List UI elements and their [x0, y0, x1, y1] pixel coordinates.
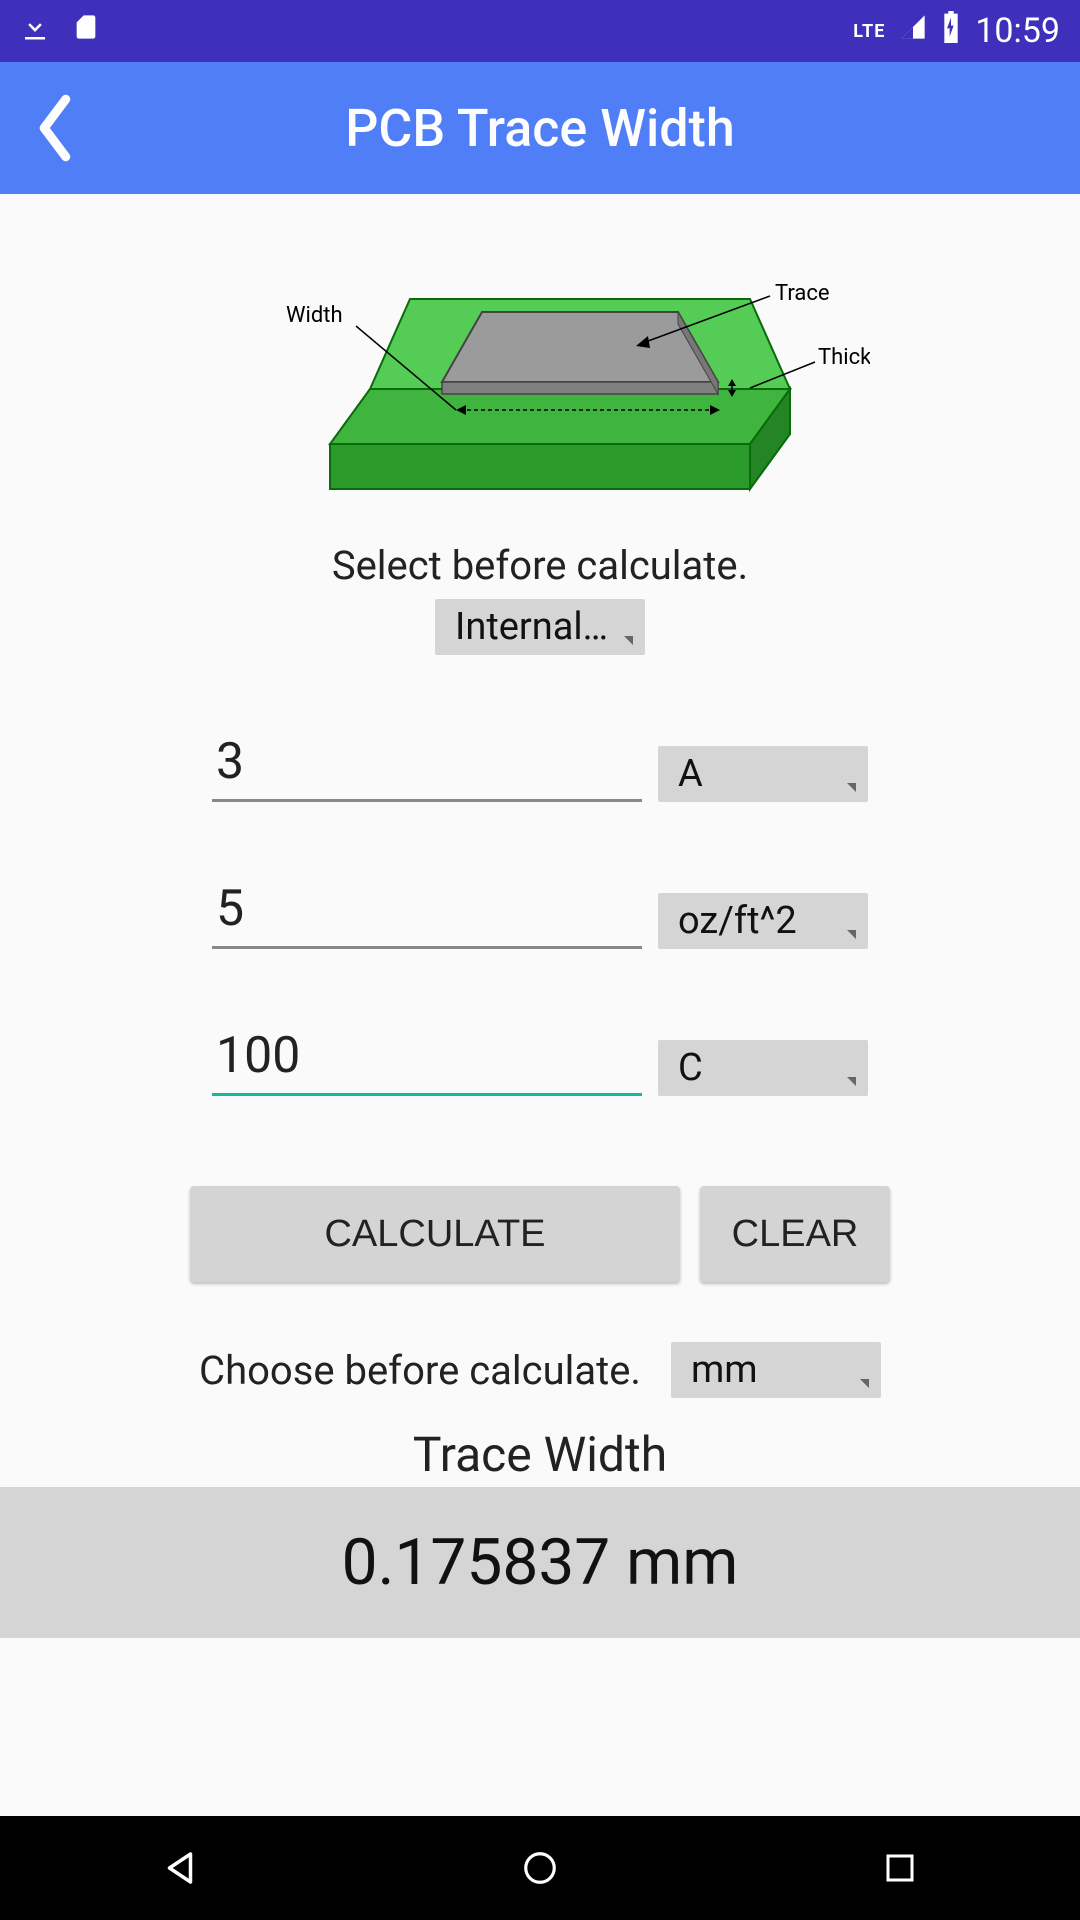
status-right-icons: LTE 10:59	[853, 11, 1060, 51]
nav-recents-button[interactable]	[870, 1838, 930, 1898]
sd-card-icon	[72, 10, 100, 52]
status-left-icons	[20, 10, 100, 52]
clear-button[interactable]: CLEAR	[700, 1186, 890, 1282]
back-chevron-icon	[33, 92, 77, 164]
current-unit-spinner[interactable]: A	[658, 746, 868, 802]
thickness-unit-spinner[interactable]: oz/ft^2	[658, 893, 868, 949]
diagram-width-label: Width	[286, 303, 343, 328]
current-unit-value: A	[678, 752, 703, 796]
page-title: PCB Trace Width	[80, 98, 1000, 159]
result-value: 0.175837 mm	[0, 1487, 1080, 1638]
current-input[interactable]	[212, 725, 642, 802]
temp-rise-input[interactable]	[212, 1019, 642, 1096]
main-content: Thickness Width Trace Select before calc…	[0, 194, 1080, 1638]
download-icon	[20, 10, 50, 52]
android-nav-bar	[0, 1816, 1080, 1920]
app-header: PCB Trace Width	[0, 62, 1080, 194]
temp-unit-value: C	[678, 1046, 703, 1090]
back-button[interactable]	[30, 83, 80, 173]
result-unit-value: mm	[691, 1348, 758, 1392]
thickness-input[interactable]	[212, 872, 642, 949]
nav-home-button[interactable]	[510, 1838, 570, 1898]
calculate-label: CALCULATE	[324, 1213, 545, 1256]
result-label: Trace Width	[0, 1426, 1080, 1483]
calculate-button[interactable]: CALCULATE	[190, 1186, 680, 1282]
layer-spinner[interactable]: Internal…	[435, 599, 645, 655]
status-bar: LTE 10:59	[0, 0, 1080, 62]
nav-back-button[interactable]	[150, 1838, 210, 1898]
pcb-diagram: Thickness Width Trace	[0, 194, 1080, 534]
choose-instruction: Choose before calculate.	[199, 1347, 641, 1394]
select-instruction: Select before calculate.	[0, 542, 1080, 589]
signal-icon	[899, 13, 927, 49]
layer-spinner-value: Internal…	[455, 605, 608, 649]
result-unit-spinner[interactable]: mm	[671, 1342, 881, 1398]
status-time: 10:59	[975, 11, 1060, 51]
thickness-unit-value: oz/ft^2	[678, 899, 797, 943]
temp-unit-spinner[interactable]: C	[658, 1040, 868, 1096]
lte-label: LTE	[853, 21, 885, 42]
diagram-thickness-label: Thickness	[818, 345, 870, 370]
clear-label: CLEAR	[732, 1213, 859, 1256]
battery-icon	[941, 11, 961, 51]
diagram-trace-label: Trace	[775, 281, 830, 306]
